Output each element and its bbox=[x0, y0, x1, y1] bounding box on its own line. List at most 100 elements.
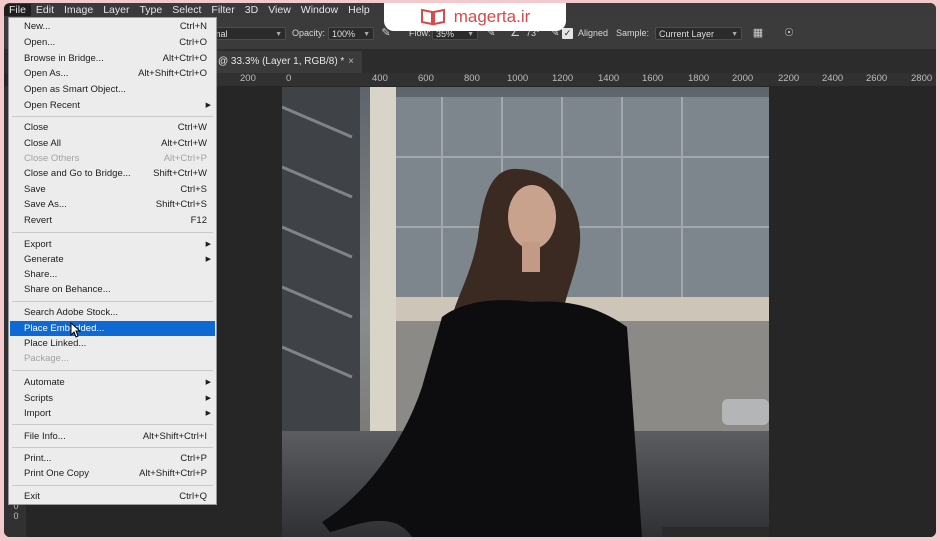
menu-separator bbox=[12, 116, 213, 117]
ruler-tick: 2800 bbox=[911, 73, 933, 84]
menu-view[interactable]: View bbox=[263, 4, 296, 16]
menu-item-label: Export bbox=[24, 239, 52, 250]
canvas-image[interactable] bbox=[282, 87, 769, 537]
menu-item-label: Print One Copy bbox=[24, 468, 89, 479]
ruler-tick: 0 bbox=[286, 73, 292, 84]
aligned-label: Aligned bbox=[578, 28, 609, 38]
menu-item-label: Open As... bbox=[24, 68, 69, 79]
menu-item-shortcut: Alt+Ctrl+W bbox=[161, 138, 207, 149]
menu-item-label: Open... bbox=[24, 37, 56, 48]
menu-item-label: Share on Behance... bbox=[24, 284, 111, 295]
photo-illustration bbox=[282, 87, 769, 537]
opacity-value: 100% bbox=[332, 29, 356, 39]
menu-item-label: New... bbox=[24, 21, 51, 32]
menu-window[interactable]: Window bbox=[296, 4, 343, 16]
menu-item-label: Close bbox=[24, 122, 49, 133]
menu-separator bbox=[12, 485, 213, 486]
menu-item-share[interactable]: Share... bbox=[10, 267, 215, 282]
sample-select[interactable]: Current Layer ▼ bbox=[655, 27, 742, 40]
menu-select[interactable]: Select bbox=[167, 4, 206, 16]
mouse-cursor-icon bbox=[70, 322, 82, 338]
ruler-tick: 600 bbox=[418, 73, 434, 84]
menu-item-shortcut: Ctrl+Q bbox=[179, 491, 207, 502]
menu-item-print[interactable]: Print... Ctrl+P bbox=[10, 451, 215, 466]
menu-item-label: Revert bbox=[24, 215, 52, 226]
menu-item-shortcut: F12 bbox=[190, 215, 207, 226]
menu-item-open-recent[interactable]: Open Recent ▶ bbox=[10, 98, 215, 113]
menu-item-print-one-copy[interactable]: Print One Copy Alt+Shift+Ctrl+P bbox=[10, 466, 215, 481]
document-tab[interactable]: @ 33.3% (Layer 1, RGB/8) * × bbox=[212, 51, 362, 73]
menu-separator bbox=[12, 424, 213, 425]
menu-type[interactable]: Type bbox=[134, 4, 167, 16]
menu-item-share-behance[interactable]: Share on Behance... bbox=[10, 282, 215, 297]
menu-image[interactable]: Image bbox=[59, 4, 98, 16]
ruler-tick: 800 bbox=[464, 73, 480, 84]
chevron-down-icon: ▼ bbox=[275, 31, 282, 38]
chevron-right-icon: ▶ bbox=[205, 241, 211, 248]
menu-filter[interactable]: Filter bbox=[206, 4, 239, 16]
menu-file[interactable]: File bbox=[4, 4, 31, 16]
close-icon[interactable]: × bbox=[348, 51, 354, 73]
menu-item-label: Share... bbox=[24, 269, 58, 280]
ruler-tick: 400 bbox=[372, 73, 388, 84]
menu-item-save-as[interactable]: Save As... Shift+Ctrl+S bbox=[10, 197, 215, 212]
menu-item-browse-in-bridge[interactable]: Browse in Bridge... Alt+Ctrl+O bbox=[10, 51, 215, 66]
menu-item-import[interactable]: Import ▶ bbox=[10, 406, 215, 421]
menu-item-label: Open as Smart Object... bbox=[24, 84, 126, 95]
menu-item-scripts[interactable]: Scripts ▶ bbox=[10, 391, 215, 406]
watermark-badge: magerta.ir bbox=[384, 3, 566, 31]
menu-item-label: Print... bbox=[24, 453, 52, 464]
menu-item-generate[interactable]: Generate ▶ bbox=[10, 252, 215, 267]
menu-item-shortcut: Ctrl+P bbox=[180, 453, 207, 464]
menu-item-file-info[interactable]: File Info... Alt+Shift+Ctrl+I bbox=[10, 429, 215, 444]
blend-mode-select[interactable]: rmal ▼ bbox=[206, 27, 286, 40]
menu-item-label: Browse in Bridge... bbox=[24, 53, 104, 64]
menu-item-shortcut: Alt+Shift+Ctrl+O bbox=[138, 68, 207, 79]
menu-item-open-as[interactable]: Open As... Alt+Shift+Ctrl+O bbox=[10, 66, 215, 81]
menu-item-shortcut: Alt+Ctrl+O bbox=[162, 53, 207, 64]
menu-item-label: Open Recent bbox=[24, 100, 80, 111]
aligned-checkbox[interactable]: ✓ bbox=[562, 28, 573, 39]
watermark-text: magerta.ir bbox=[453, 7, 531, 26]
opacity-field[interactable]: 100% ▼ bbox=[328, 27, 374, 40]
menu-separator bbox=[12, 447, 213, 448]
menu-item-open-smart-object[interactable]: Open as Smart Object... bbox=[10, 82, 215, 97]
menu-item-save[interactable]: Save Ctrl+S bbox=[10, 182, 215, 197]
book-logo-icon bbox=[420, 8, 445, 26]
menu-3d[interactable]: 3D bbox=[240, 4, 263, 16]
menu-item-export[interactable]: Export ▶ bbox=[10, 237, 215, 252]
menu-item-close-all[interactable]: Close All Alt+Ctrl+W bbox=[10, 136, 215, 151]
menu-item-label: Package... bbox=[24, 353, 69, 364]
menu-item-revert[interactable]: Revert F12 bbox=[10, 213, 215, 228]
menu-item-label: Close and Go to Bridge... bbox=[24, 168, 131, 179]
pressure-brush-icon[interactable]: ☉ bbox=[782, 26, 796, 40]
menu-item-new[interactable]: New... Ctrl+N bbox=[10, 19, 215, 34]
menu-help[interactable]: Help bbox=[343, 4, 375, 16]
menu-item-exit[interactable]: Exit Ctrl+Q bbox=[10, 489, 215, 504]
menu-item-package: Package... bbox=[10, 351, 215, 366]
menu-item-close-go-bridge[interactable]: Close and Go to Bridge... Shift+Ctrl+W bbox=[10, 166, 215, 181]
ruler-tick: 2400 bbox=[822, 73, 844, 84]
menu-item-search-adobe-stock[interactable]: Search Adobe Stock... bbox=[10, 305, 215, 320]
ignore-adjustment-icon[interactable]: ▦ bbox=[751, 26, 765, 40]
menu-separator bbox=[12, 232, 213, 233]
menu-item-place-linked[interactable]: Place Linked... bbox=[10, 336, 215, 351]
menu-item-close[interactable]: Close Ctrl+W bbox=[10, 120, 215, 135]
ruler-tick: 1200 bbox=[552, 73, 574, 84]
menu-item-place-embedded[interactable]: Place Embedded... bbox=[10, 321, 215, 336]
sample-value: Current Layer bbox=[659, 29, 715, 39]
ruler-tick: 2000 bbox=[732, 73, 754, 84]
chevron-down-icon: ▼ bbox=[363, 31, 370, 38]
ruler-tick: 1400 bbox=[598, 73, 620, 84]
photoshop-window: File Edit Image Layer Type Select Filter… bbox=[4, 3, 936, 537]
menu-edit[interactable]: Edit bbox=[31, 4, 59, 16]
menu-item-open[interactable]: Open... Ctrl+O bbox=[10, 35, 215, 50]
menu-item-shortcut: Alt+Shift+Ctrl+I bbox=[142, 431, 207, 442]
menu-item-label: Generate bbox=[24, 254, 64, 265]
file-menu-dropdown: New... Ctrl+N Open... Ctrl+O Browse in Bri… bbox=[8, 17, 217, 505]
menu-layer[interactable]: Layer bbox=[98, 4, 134, 16]
menu-item-label: Save As... bbox=[24, 199, 67, 210]
menu-item-automate[interactable]: Automate ▶ bbox=[10, 375, 215, 390]
menu-item-shortcut: Ctrl+N bbox=[179, 21, 207, 32]
menu-item-label: Exit bbox=[24, 491, 40, 502]
